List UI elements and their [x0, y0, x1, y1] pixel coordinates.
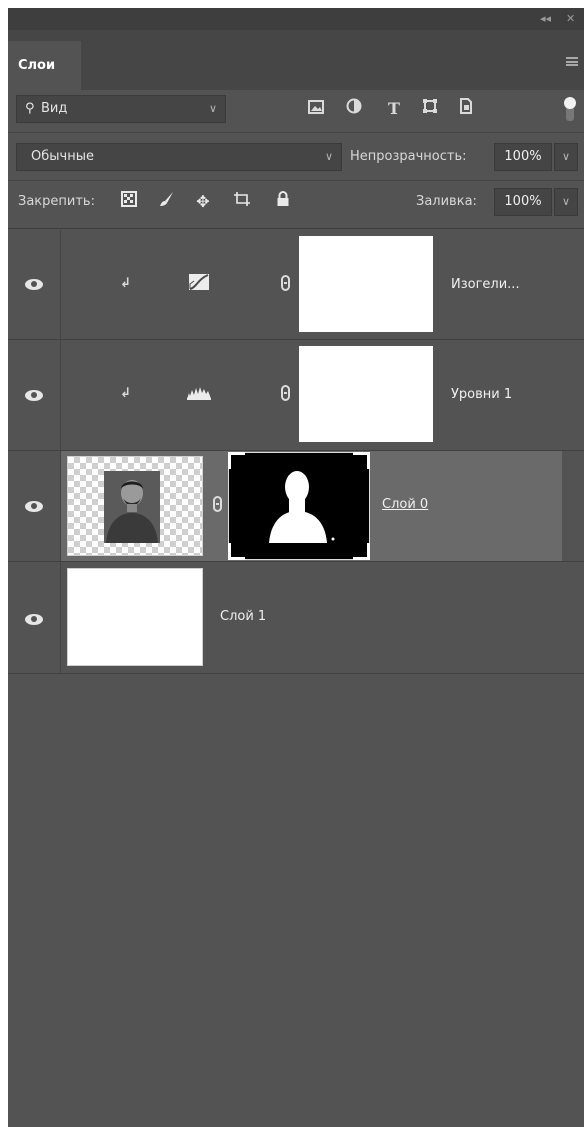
visibility-toggle[interactable] — [8, 340, 61, 450]
opacity-input[interactable]: 100% — [494, 143, 552, 171]
type-filter-icon[interactable]: T — [384, 95, 404, 123]
filter-row: ⚲ Вид ∨ T — [8, 95, 584, 123]
layer-mask-thumbnail[interactable] — [299, 346, 433, 442]
blend-mode-dropdown[interactable]: Обычные ∨ — [16, 143, 342, 171]
layers-list: ↲ Изогели... ↲ Уровни 1 Слой 0 Слой 1 — [8, 230, 584, 1127]
eye-icon[interactable] — [25, 614, 43, 625]
lock-transparent-pixels-icon[interactable] — [120, 188, 138, 216]
layer-name[interactable]: Уровни 1 — [451, 387, 512, 402]
lock-all-icon[interactable] — [274, 188, 292, 216]
layer-thumbnail[interactable] — [67, 568, 203, 666]
layer-row[interactable]: Слой 1 — [8, 562, 584, 674]
panel-title-bar: ◂◂ ✕ — [8, 8, 584, 30]
chevron-down-icon: ∨ — [324, 150, 333, 163]
curves-adjustment-icon[interactable] — [188, 273, 210, 295]
lock-row: Закрепить: ✥ Заливка: 100% ∨ — [8, 188, 584, 216]
layer-mask-thumbnail[interactable] — [228, 452, 370, 560]
portrait-photo — [104, 471, 160, 543]
eye-icon[interactable] — [25, 501, 43, 512]
mask-silhouette — [269, 471, 335, 543]
clipping-arrow-icon: ↲ — [120, 276, 131, 291]
blend-row: Обычные ∨ Непрозрачность: 100% ∨ — [8, 143, 584, 171]
layer-row[interactable]: ↲ Уровни 1 — [8, 340, 584, 451]
link-icon[interactable] — [281, 275, 290, 291]
collapse-panel-button[interactable]: ◂◂ — [540, 12, 551, 26]
link-icon[interactable] — [213, 496, 222, 512]
filter-kind-dropdown[interactable]: ⚲ Вид ∨ — [16, 95, 226, 123]
shape-filter-icon[interactable] — [420, 95, 440, 123]
blend-mode-value: Обычные — [31, 149, 94, 164]
layer-row[interactable]: Слой 0 — [8, 451, 584, 562]
filter-toggle-switch[interactable] — [564, 97, 576, 121]
layer-mask-thumbnail[interactable] — [299, 236, 433, 332]
chevron-down-icon: ∨ — [208, 102, 217, 115]
fill-input[interactable]: 100% — [494, 188, 552, 216]
panel-tab-bar: Слои — [8, 30, 584, 90]
image-filter-icon[interactable] — [306, 95, 326, 123]
visibility-toggle[interactable] — [8, 562, 61, 673]
fill-label: Заливка: — [416, 194, 477, 209]
clipping-arrow-icon: ↲ — [120, 386, 131, 401]
layer-name[interactable]: Слой 1 — [220, 609, 266, 624]
lock-image-pixels-icon[interactable] — [158, 188, 176, 216]
opacity-chevron-down-icon[interactable]: ∨ — [554, 143, 578, 171]
layer-name[interactable]: Изогели... — [451, 277, 520, 292]
lock-artboard-icon[interactable] — [232, 188, 252, 216]
fill-chevron-down-icon[interactable]: ∨ — [554, 188, 578, 216]
eye-icon[interactable] — [25, 390, 43, 401]
eye-icon[interactable] — [25, 279, 43, 290]
adjustment-filter-icon[interactable] — [344, 95, 364, 123]
layer-name[interactable]: Слой 0 — [382, 497, 428, 512]
tab-layers[interactable]: Слои — [8, 41, 81, 90]
panel-menu-icon[interactable] — [566, 57, 578, 66]
opacity-label: Непрозрачность: — [350, 149, 467, 164]
search-icon: ⚲ — [25, 101, 35, 116]
smart-object-filter-icon[interactable] — [456, 95, 476, 123]
layer-row[interactable]: ↲ Изогели... — [8, 230, 584, 340]
layer-thumbnail[interactable] — [67, 456, 203, 556]
lock-label: Закрепить: — [18, 194, 95, 209]
close-panel-button[interactable]: ✕ — [566, 12, 575, 26]
link-icon[interactable] — [281, 385, 290, 401]
visibility-toggle[interactable] — [8, 230, 61, 339]
layers-panel: ◂◂ ✕ Слои ⚲ Вид ∨ T Обычные ∨ Непрозрачн… — [8, 8, 584, 1127]
levels-adjustment-icon[interactable] — [186, 384, 212, 404]
visibility-toggle[interactable] — [8, 451, 61, 561]
lock-position-icon[interactable]: ✥ — [194, 188, 212, 216]
filter-kind-label: Вид — [41, 101, 68, 116]
